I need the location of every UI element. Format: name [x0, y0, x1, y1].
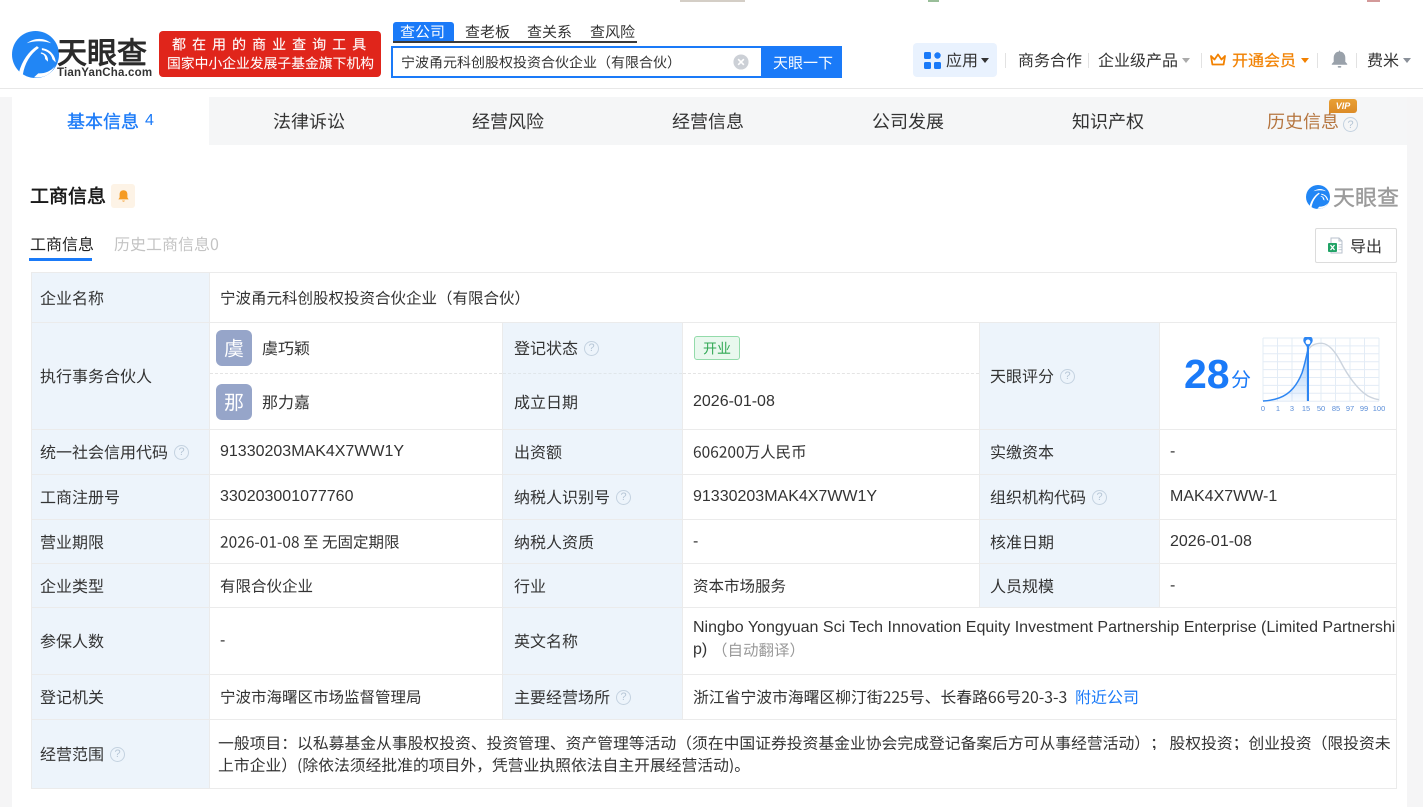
svg-text:97: 97 — [1346, 404, 1354, 413]
svg-text:100: 100 — [1373, 404, 1386, 413]
svg-text:15: 15 — [1302, 404, 1310, 413]
svg-text:99: 99 — [1360, 404, 1368, 413]
svg-text:85: 85 — [1332, 404, 1340, 413]
svg-text:0: 0 — [1261, 404, 1265, 413]
svg-text:50: 50 — [1317, 404, 1325, 413]
svg-text:1: 1 — [1276, 404, 1280, 413]
svg-text:3: 3 — [1290, 404, 1294, 413]
